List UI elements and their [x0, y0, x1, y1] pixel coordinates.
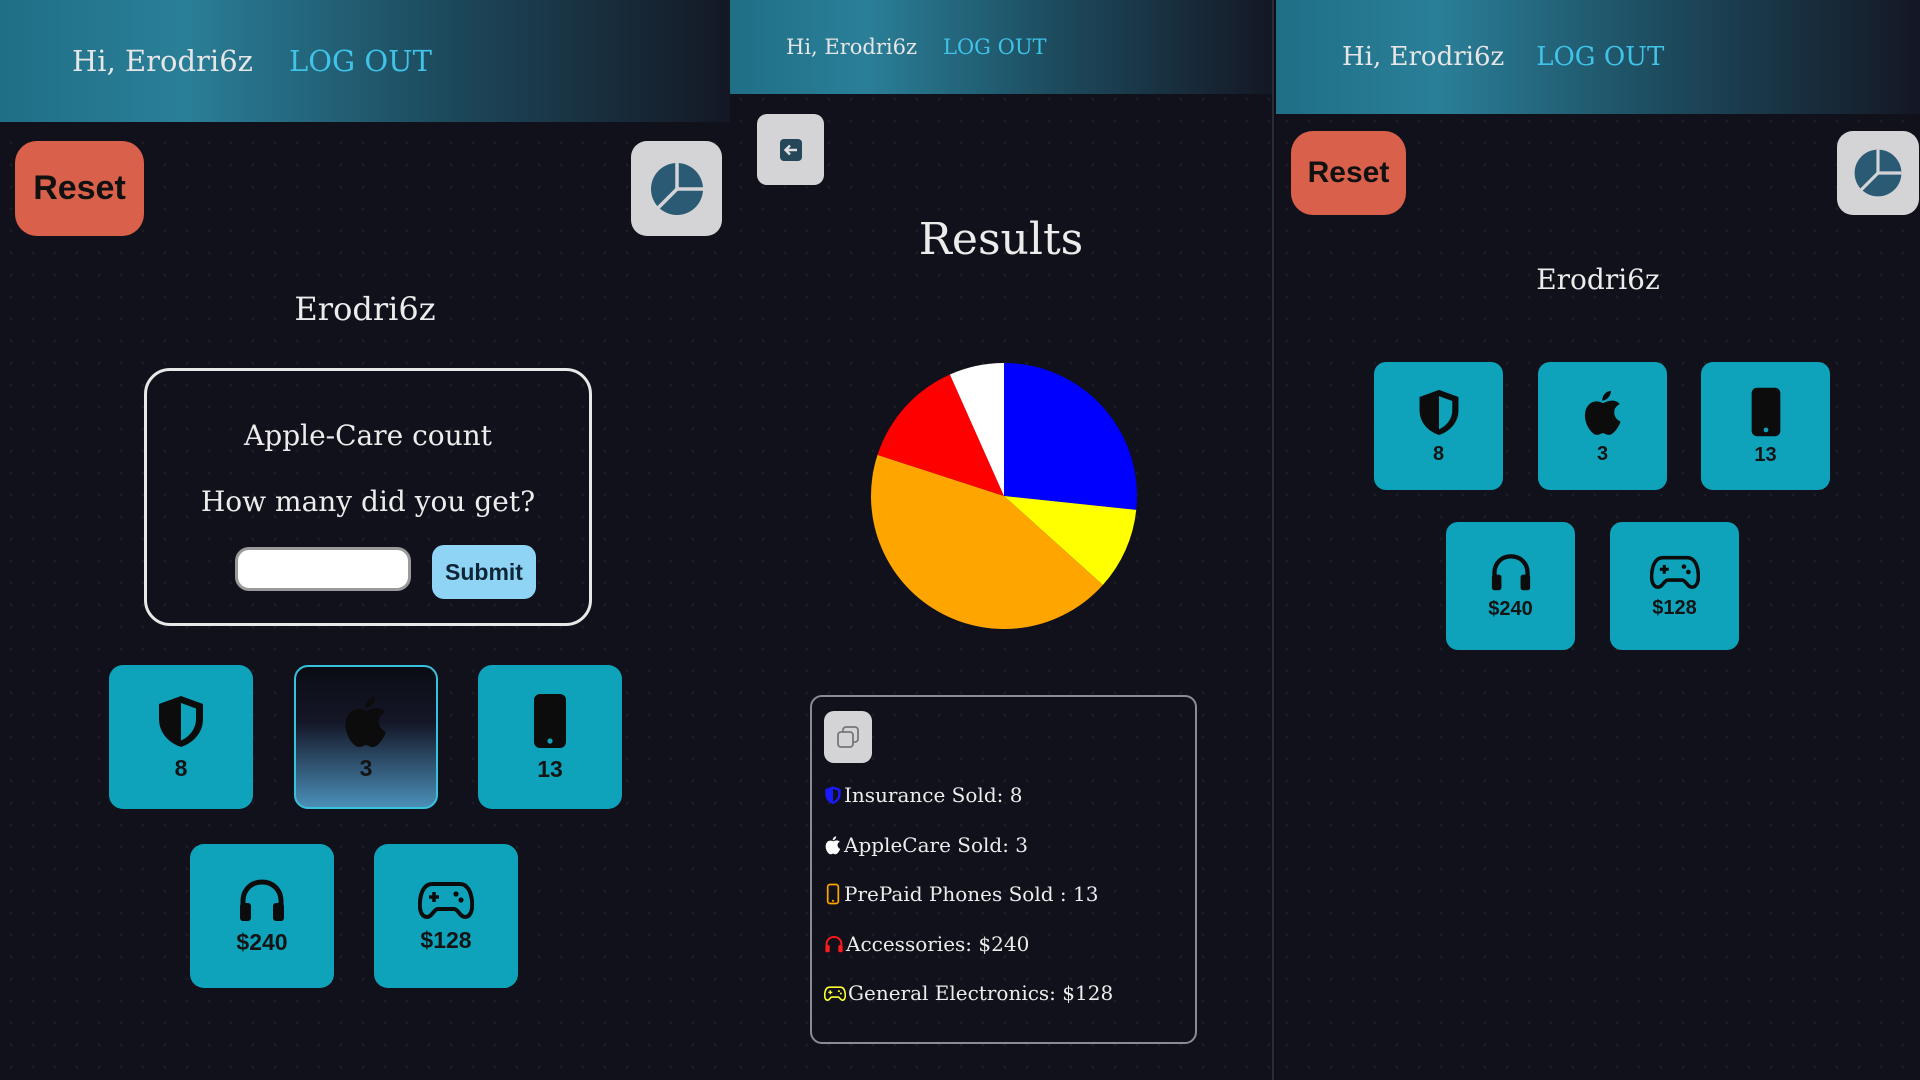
greeting-text: Hi, Erodri6z — [786, 35, 918, 59]
summary-insurance-text: Insurance Sold: 8 — [844, 783, 1023, 807]
pie-slice-0 — [1004, 363, 1137, 510]
top-bar: Hi, Erodri6z LOG OUT — [1276, 0, 1920, 114]
results-panel: Hi, Erodri6z LOG OUT Results Insurance S… — [730, 0, 1274, 1080]
results-title: Results — [918, 214, 1084, 265]
shield-icon — [159, 695, 203, 747]
arrow-left-icon — [779, 138, 802, 161]
general-electronics-tile[interactable]: $128 — [1610, 522, 1739, 650]
results-chart-button[interactable] — [631, 141, 722, 236]
apple-icon — [825, 836, 841, 855]
phone-icon — [534, 693, 566, 748]
top-bar: Hi, Erodri6z LOG OUT — [0, 0, 730, 122]
accessories-tile[interactable]: $240 — [190, 844, 334, 988]
accessories-amount: $240 — [236, 928, 288, 955]
summary-general-electronics: General Electronics: $128 — [824, 981, 1113, 1005]
insurance-count: 8 — [1432, 442, 1445, 465]
submit-button[interactable]: Submit — [432, 545, 536, 599]
gamepad-icon — [1649, 555, 1700, 589]
headphones-icon — [240, 878, 284, 921]
top-bar: Hi, Erodri6z LOG OUT — [730, 0, 1272, 94]
summary-general-electronics-text: General Electronics: $128 — [848, 981, 1114, 1005]
dialog-title: Apple-Care count — [244, 419, 492, 452]
tracker-panel-with-dialog: Hi, Erodri6z LOG OUT Reset Erodri6z Appl… — [0, 0, 730, 1080]
reset-button[interactable]: Reset — [15, 141, 144, 236]
summary-applecare: AppleCare Sold: 3 — [824, 833, 1028, 857]
accessories-tile[interactable]: $240 — [1446, 522, 1575, 650]
apple-icon — [1584, 390, 1621, 435]
logout-link[interactable]: LOG OUT — [289, 44, 432, 78]
insurance-tile[interactable]: 8 — [109, 665, 253, 809]
headphones-icon — [1491, 553, 1530, 590]
general-electronics-amount: $128 — [1652, 596, 1697, 619]
general-electronics-tile[interactable]: $128 — [374, 844, 518, 988]
results-pie-chart — [868, 360, 1140, 632]
insurance-count: 8 — [174, 754, 188, 781]
prepaid-phones-count: 13 — [537, 755, 563, 782]
prepaid-phones-tile[interactable]: 13 — [478, 665, 622, 809]
summary-insurance: Insurance Sold: 8 — [824, 783, 1022, 807]
applecare-count-dialog: Apple-Care count How many did you get? S… — [144, 368, 592, 626]
username-heading: Erodri6z — [1536, 263, 1660, 296]
shield-icon — [1419, 389, 1458, 435]
summary-prepaid-phones: PrePaid Phones Sold : 13 — [824, 882, 1098, 906]
count-input[interactable] — [235, 547, 411, 591]
summary-accessories-text: Accessories: $240 — [846, 932, 1030, 956]
copy-button[interactable] — [824, 711, 872, 763]
gamepad-icon — [824, 985, 846, 1001]
pie-chart-icon — [650, 162, 703, 215]
prepaid-phones-tile[interactable]: 13 — [1701, 362, 1830, 490]
applecare-count: 3 — [359, 754, 373, 781]
pie-chart-icon — [1854, 149, 1902, 197]
general-electronics-amount: $128 — [420, 926, 472, 953]
username-heading: Erodri6z — [294, 290, 436, 328]
tracker-panel: Hi, Erodri6z LOG OUT Reset Erodri6z 8 3 … — [1276, 0, 1920, 1080]
headphones-icon — [825, 935, 843, 953]
applecare-tile[interactable]: 3 — [294, 665, 438, 809]
greeting-text: Hi, Erodri6z — [1342, 42, 1505, 72]
greeting-text: Hi, Erodri6z — [72, 44, 253, 78]
summary-accessories: Accessories: $240 — [824, 932, 1029, 956]
phone-icon — [1751, 387, 1780, 436]
summary-applecare-text: AppleCare Sold: 3 — [844, 833, 1029, 857]
insurance-tile[interactable]: 8 — [1374, 362, 1503, 490]
logout-link[interactable]: LOG OUT — [1536, 42, 1664, 72]
applecare-tile[interactable]: 3 — [1538, 362, 1667, 490]
apple-icon — [345, 696, 386, 747]
summary-prepaid-phones-text: PrePaid Phones Sold : 13 — [844, 882, 1099, 906]
accessories-amount: $240 — [1488, 597, 1533, 620]
phone-icon — [826, 883, 840, 905]
dialog-question: How many did you get? — [200, 485, 536, 518]
back-button[interactable] — [757, 114, 824, 185]
shield-icon — [825, 786, 841, 804]
results-summary-card: Insurance Sold: 8 AppleCare Sold: 3 PreP… — [810, 695, 1197, 1044]
results-chart-button[interactable] — [1837, 131, 1919, 215]
copy-icon — [837, 726, 859, 748]
reset-button[interactable]: Reset — [1291, 131, 1406, 215]
gamepad-icon — [418, 881, 474, 919]
logout-link[interactable]: LOG OUT — [943, 35, 1047, 59]
applecare-count: 3 — [1596, 442, 1609, 465]
prepaid-phones-count: 13 — [1754, 443, 1777, 466]
